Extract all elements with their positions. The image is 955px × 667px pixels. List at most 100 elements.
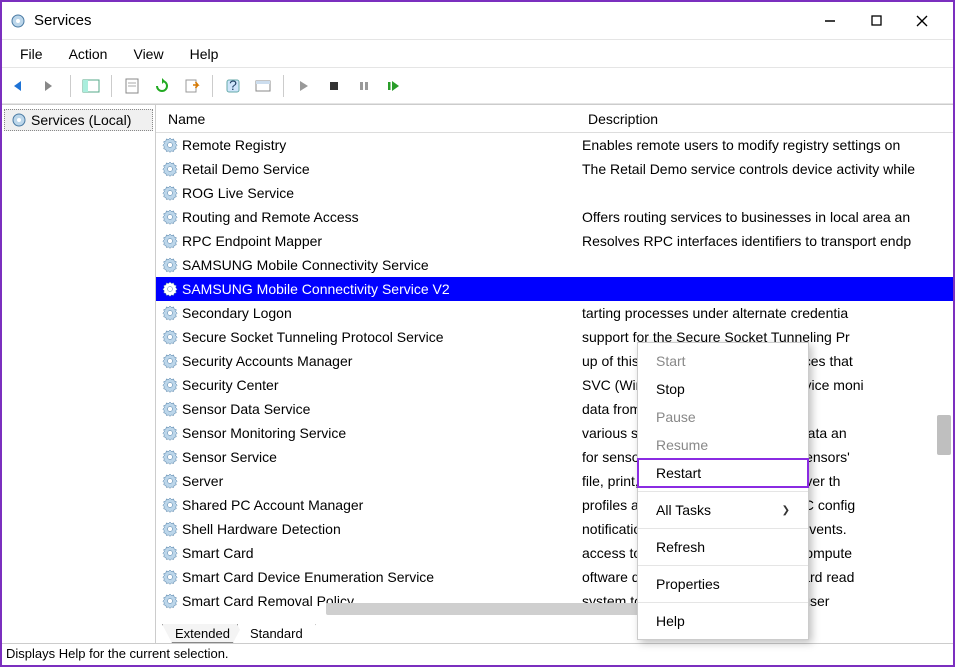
ctx-all-tasks-label: All Tasks bbox=[656, 502, 711, 518]
service-row[interactable]: Smart Card Device Enumeration Serviceoft… bbox=[156, 565, 953, 589]
tree-root-item[interactable]: Services (Local) bbox=[4, 109, 153, 131]
menubar: File Action View Help bbox=[2, 40, 953, 68]
menu-file[interactable]: File bbox=[8, 42, 55, 66]
service-name: Smart Card Device Enumeration Service bbox=[182, 569, 434, 585]
service-row[interactable]: Sensor Servicefor sensors that manages d… bbox=[156, 445, 953, 469]
service-row[interactable]: Routing and Remote AccessOffers routing … bbox=[156, 205, 953, 229]
ctx-help[interactable]: Help bbox=[638, 607, 808, 635]
console-button[interactable] bbox=[249, 72, 277, 100]
ctx-all-tasks[interactable]: All Tasks ❯ bbox=[638, 496, 808, 524]
gear-icon bbox=[162, 257, 178, 273]
ctx-separator bbox=[638, 491, 808, 492]
gear-icon bbox=[162, 401, 178, 417]
service-row[interactable]: SAMSUNG Mobile Connectivity Service V2 bbox=[156, 277, 953, 301]
service-name: Sensor Service bbox=[182, 449, 277, 465]
service-name: Smart Card bbox=[182, 545, 254, 561]
window-title: Services bbox=[34, 12, 807, 29]
gear-icon bbox=[162, 521, 178, 537]
gear-icon bbox=[162, 233, 178, 249]
properties-button[interactable] bbox=[118, 72, 146, 100]
gear-icon bbox=[162, 545, 178, 561]
menu-action[interactable]: Action bbox=[57, 42, 120, 66]
service-row[interactable]: Shell Hardware Detectionnotifications fo… bbox=[156, 517, 953, 541]
gear-icon bbox=[162, 281, 178, 297]
gear-icon bbox=[162, 209, 178, 225]
export-list-button[interactable] bbox=[178, 72, 206, 100]
menu-view[interactable]: View bbox=[121, 42, 175, 66]
service-name: RPC Endpoint Mapper bbox=[182, 233, 322, 249]
service-row[interactable]: Smart Cardaccess to smart cards read by … bbox=[156, 541, 953, 565]
service-row[interactable]: Sensor Monitoring Servicevarious sensors… bbox=[156, 421, 953, 445]
ctx-pause: Pause bbox=[638, 403, 808, 431]
service-description: The Retail Demo service controls device … bbox=[582, 161, 953, 177]
maximize-button[interactable] bbox=[853, 5, 899, 37]
minimize-button[interactable] bbox=[807, 5, 853, 37]
toolbar-separator bbox=[70, 75, 71, 97]
service-row[interactable]: Serverfile, print, and named-pipe sharin… bbox=[156, 469, 953, 493]
start-service-button[interactable] bbox=[290, 72, 318, 100]
service-name: Sensor Monitoring Service bbox=[182, 425, 346, 441]
show-hide-tree-button[interactable] bbox=[77, 72, 105, 100]
restart-service-button[interactable] bbox=[380, 72, 408, 100]
gear-icon bbox=[162, 305, 178, 321]
gear-icon bbox=[162, 425, 178, 441]
ctx-stop[interactable]: Stop bbox=[638, 375, 808, 403]
service-row[interactable]: Secure Socket Tunneling Protocol Service… bbox=[156, 325, 953, 349]
chevron-right-icon: ❯ bbox=[782, 505, 790, 516]
tree-root-label: Services (Local) bbox=[31, 112, 131, 128]
refresh-button[interactable] bbox=[148, 72, 176, 100]
service-name: ROG Live Service bbox=[182, 185, 294, 201]
toolbar: ? bbox=[2, 68, 953, 104]
service-name: Shared PC Account Manager bbox=[182, 497, 363, 513]
toolbar-separator bbox=[212, 75, 213, 97]
service-row[interactable]: Sensor Data Servicedata from a variety o… bbox=[156, 397, 953, 421]
service-description: Enables remote users to modify registry … bbox=[582, 137, 953, 153]
ctx-refresh[interactable]: Refresh bbox=[638, 533, 808, 561]
service-name: Secure Socket Tunneling Protocol Service bbox=[182, 329, 443, 345]
tab-standard[interactable]: Standard bbox=[237, 624, 316, 643]
forward-button[interactable] bbox=[36, 72, 64, 100]
service-list[interactable]: Name Description Remote RegistryEnables … bbox=[156, 105, 953, 617]
service-row[interactable]: Shared PC Account Managerprofiles and ac… bbox=[156, 493, 953, 517]
gear-icon bbox=[162, 137, 178, 153]
service-description: Resolves RPC interfaces identifiers to t… bbox=[582, 233, 953, 249]
column-name[interactable]: Name bbox=[162, 107, 582, 131]
view-tabs: Extended Standard bbox=[156, 617, 953, 643]
service-name: SAMSUNG Mobile Connectivity Service V2 bbox=[182, 281, 450, 297]
service-row[interactable]: RPC Endpoint Mapper Resolves RPC interfac… bbox=[156, 229, 953, 253]
svg-text:?: ? bbox=[229, 78, 237, 93]
back-button[interactable] bbox=[6, 72, 34, 100]
ctx-properties[interactable]: Properties bbox=[638, 570, 808, 598]
gear-icon bbox=[162, 497, 178, 513]
service-row[interactable]: Secondary Logontarting processes under a… bbox=[156, 301, 953, 325]
service-name: Shell Hardware Detection bbox=[182, 521, 341, 537]
main-content: Services (Local) Name Description Remote… bbox=[2, 104, 953, 643]
gear-icon bbox=[162, 569, 178, 585]
service-name: Security Center bbox=[182, 377, 278, 393]
status-bar: Displays Help for the current selection. bbox=[2, 643, 953, 665]
service-row[interactable]: Security Accounts Managerup of this serv… bbox=[156, 349, 953, 373]
service-description: tarting processes under alternate creden… bbox=[582, 305, 953, 321]
tab-extended[interactable]: Extended bbox=[162, 624, 243, 643]
pause-service-button[interactable] bbox=[350, 72, 378, 100]
ctx-restart[interactable]: Restart bbox=[638, 459, 808, 487]
service-row[interactable]: ROG Live Service bbox=[156, 181, 953, 205]
service-row[interactable]: Remote RegistryEnables remote users to m… bbox=[156, 133, 953, 157]
gear-icon bbox=[162, 353, 178, 369]
toolbar-separator bbox=[283, 75, 284, 97]
vertical-scrollbar-thumb[interactable] bbox=[937, 415, 951, 455]
services-icon bbox=[11, 112, 27, 128]
service-name: Sensor Data Service bbox=[182, 401, 310, 417]
stop-service-button[interactable] bbox=[320, 72, 348, 100]
help-button[interactable]: ? bbox=[219, 72, 247, 100]
service-row[interactable]: Security CenterSVC (Windows Security Cen… bbox=[156, 373, 953, 397]
service-name: Retail Demo Service bbox=[182, 161, 310, 177]
column-headers: Name Description bbox=[156, 105, 953, 133]
column-description[interactable]: Description bbox=[582, 107, 953, 131]
service-row[interactable]: SAMSUNG Mobile Connectivity Service bbox=[156, 253, 953, 277]
menu-help[interactable]: Help bbox=[178, 42, 231, 66]
close-button[interactable] bbox=[899, 5, 945, 37]
ctx-separator bbox=[638, 602, 808, 603]
service-row[interactable]: Retail Demo Service The Retail Demo servi… bbox=[156, 157, 953, 181]
gear-icon bbox=[162, 593, 178, 609]
